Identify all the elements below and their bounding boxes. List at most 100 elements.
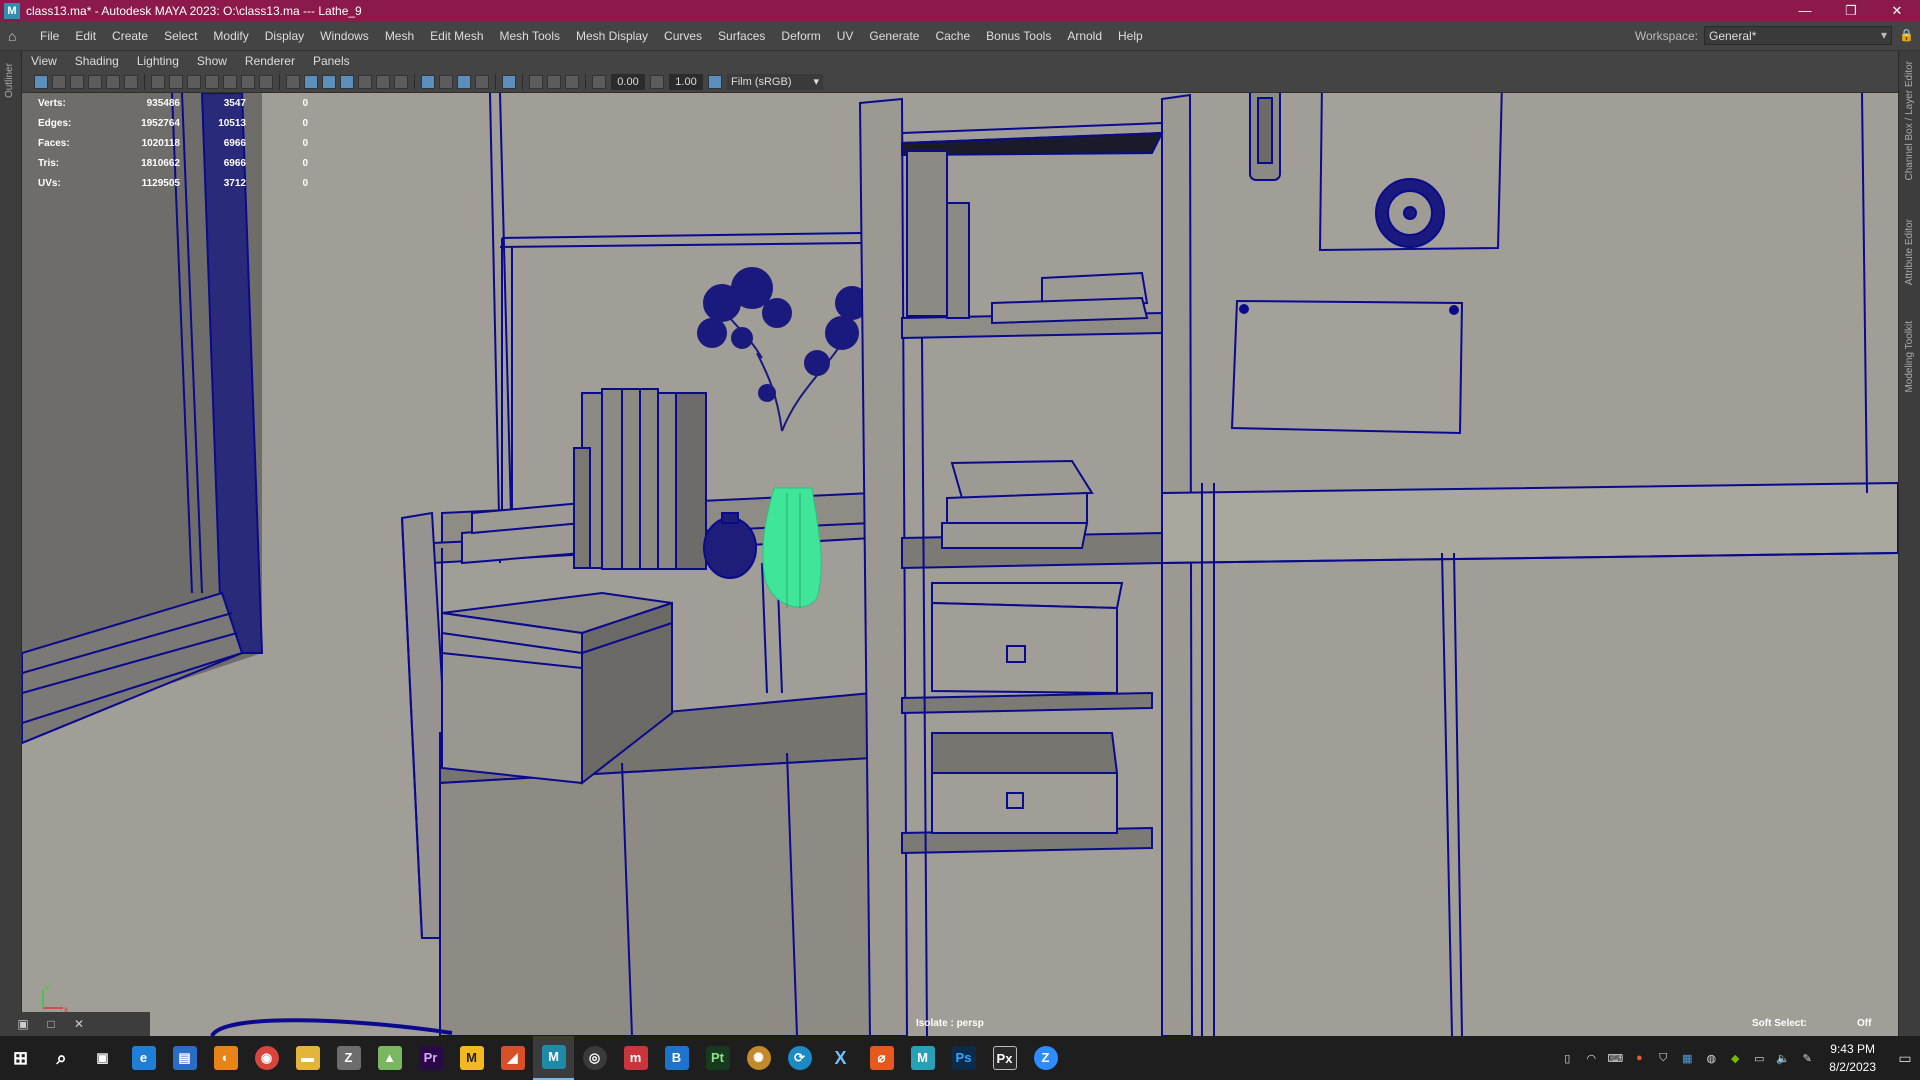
menu-select[interactable]: Select: [156, 29, 205, 43]
shield-icon[interactable]: ⛉: [1653, 1052, 1673, 1065]
parallel-icon[interactable]: [547, 74, 561, 89]
close-icon[interactable]: ✕: [70, 1017, 88, 1031]
taskbar-app[interactable]: Z: [1025, 1036, 1066, 1080]
taskbar-app[interactable]: M: [902, 1036, 943, 1080]
color-management-icon[interactable]: [708, 74, 722, 89]
grease-pencil-icon[interactable]: [124, 74, 138, 89]
home-icon[interactable]: ⌂: [8, 28, 24, 44]
taskbar-app[interactable]: ▬: [287, 1036, 328, 1080]
panel-menu-show[interactable]: Show: [188, 54, 236, 68]
taskbar-app[interactable]: e: [123, 1036, 164, 1080]
channel-box-tab[interactable]: Channel Box / Layer Editor: [1904, 61, 1915, 181]
resolution-gate-icon[interactable]: [187, 74, 201, 89]
exposure-field[interactable]: 0.00: [611, 73, 645, 90]
taskbar-app[interactable]: B: [656, 1036, 697, 1080]
outliner-tab[interactable]: Outliner: [4, 63, 15, 98]
network-icon[interactable]: ◠: [1581, 1052, 1601, 1065]
panel-menu-renderer[interactable]: Renderer: [236, 54, 304, 68]
search-button[interactable]: ⌕: [41, 1036, 82, 1080]
taskbar-app[interactable]: Pt: [697, 1036, 738, 1080]
tray-app-red-icon[interactable]: ●: [1629, 1052, 1649, 1064]
wireframe-icon[interactable]: [286, 74, 300, 89]
taskbar-app[interactable]: ▲: [369, 1036, 410, 1080]
lock-icon[interactable]: 🔒: [1899, 28, 1914, 42]
taskbar-app[interactable]: M: [451, 1036, 492, 1080]
taskbar-app[interactable]: Px: [984, 1036, 1025, 1080]
taskbar-app[interactable]: X: [820, 1036, 861, 1080]
attribute-editor-tab[interactable]: Attribute Editor: [1904, 219, 1915, 285]
xray-joints-icon[interactable]: [502, 74, 516, 89]
panel-menu-lighting[interactable]: Lighting: [128, 54, 188, 68]
modeling-toolkit-tab[interactable]: Modeling Toolkit: [1904, 321, 1915, 393]
phone-icon[interactable]: ▯: [1557, 1052, 1577, 1065]
taskbar-app[interactable]: ◉: [246, 1036, 287, 1080]
minimize-button[interactable]: —: [1782, 0, 1828, 22]
taskbar-app[interactable]: m: [615, 1036, 656, 1080]
panel-menu-view[interactable]: View: [22, 54, 66, 68]
keyboard-icon[interactable]: ⌨: [1605, 1052, 1625, 1065]
maximize-icon[interactable]: □: [42, 1017, 60, 1031]
anti-aliasing-icon[interactable]: [457, 74, 471, 89]
smooth-shade-icon[interactable]: [304, 74, 318, 89]
menu-windows[interactable]: Windows: [312, 29, 377, 43]
taskbar-app[interactable]: Pr: [410, 1036, 451, 1080]
xray-icon[interactable]: [394, 74, 408, 89]
film-gate-icon[interactable]: [169, 74, 183, 89]
tray-app-grid-icon[interactable]: ▦: [1677, 1052, 1697, 1065]
volume-icon[interactable]: 🔈: [1773, 1052, 1793, 1065]
menu-modify[interactable]: Modify: [205, 29, 256, 43]
menu-deform[interactable]: Deform: [773, 29, 828, 43]
field-chart-icon[interactable]: [223, 74, 237, 89]
pen-icon[interactable]: ✎: [1797, 1052, 1817, 1065]
menu-bonus-tools[interactable]: Bonus Tools: [978, 29, 1059, 43]
gamma-field[interactable]: 1.00: [669, 73, 703, 90]
taskbar-app[interactable]: ⟳: [779, 1036, 820, 1080]
menu-edit-mesh[interactable]: Edit Mesh: [422, 29, 491, 43]
panel-menu-panels[interactable]: Panels: [304, 54, 359, 68]
safe-title-icon[interactable]: [259, 74, 273, 89]
menu-curves[interactable]: Curves: [656, 29, 710, 43]
menu-mesh[interactable]: Mesh: [377, 29, 422, 43]
task-view-button[interactable]: ▣: [82, 1036, 123, 1080]
monitor-icon[interactable]: ▭: [1749, 1052, 1769, 1065]
bookmark-icon[interactable]: [70, 74, 84, 89]
taskbar-app[interactable]: ◎: [574, 1036, 615, 1080]
gate-mask-icon[interactable]: [205, 74, 219, 89]
safe-action-icon[interactable]: [241, 74, 255, 89]
notification-icon[interactable]: ▭: [1890, 1050, 1920, 1067]
maya-restore-icon[interactable]: ▣: [14, 1017, 32, 1031]
menu-arnold[interactable]: Arnold: [1059, 29, 1110, 43]
view-transform-dropdown[interactable]: Film (sRGB): [727, 73, 823, 90]
menu-create[interactable]: Create: [104, 29, 156, 43]
2d-pan-zoom-icon[interactable]: [106, 74, 120, 89]
image-plane-icon[interactable]: [88, 74, 102, 89]
taskbar-app-active[interactable]: M: [533, 1036, 574, 1080]
menu-mesh-display[interactable]: Mesh Display: [568, 29, 656, 43]
hud-toggle-icon[interactable]: [565, 74, 579, 89]
menu-cache[interactable]: Cache: [927, 29, 978, 43]
workspace-dropdown[interactable]: General*: [1704, 26, 1892, 45]
taskbar-app[interactable]: Ps: [943, 1036, 984, 1080]
gamma-icon[interactable]: [650, 74, 664, 89]
tray-app-circle-icon[interactable]: ◍: [1701, 1052, 1721, 1065]
perspective-viewport[interactable]: Verts: 935486 3547 0 Edges: 1952764 1051…: [22, 93, 1898, 1036]
system-clock[interactable]: 9:43 PM 8/2/2023: [1829, 1040, 1876, 1076]
close-button[interactable]: ✕: [1874, 0, 1920, 22]
taskbar-app[interactable]: ◐: [205, 1036, 246, 1080]
menu-uv[interactable]: UV: [829, 29, 862, 43]
menu-generate[interactable]: Generate: [861, 29, 927, 43]
exposure-icon[interactable]: [592, 74, 606, 89]
isolate-select-icon[interactable]: [421, 74, 435, 89]
camera-attributes-icon[interactable]: [52, 74, 66, 89]
nvidia-icon[interactable]: ◆: [1725, 1052, 1745, 1065]
select-camera-icon[interactable]: [34, 74, 48, 89]
grid-icon[interactable]: [151, 74, 165, 89]
panel-menu-shading[interactable]: Shading: [66, 54, 128, 68]
taskbar-app[interactable]: ◢: [492, 1036, 533, 1080]
menu-mesh-tools[interactable]: Mesh Tools: [492, 29, 568, 43]
depth-of-field-icon[interactable]: [475, 74, 489, 89]
textured-icon[interactable]: [340, 74, 354, 89]
taskbar-app[interactable]: ⌀: [861, 1036, 902, 1080]
use-all-lights-icon[interactable]: [358, 74, 372, 89]
ambient-occlusion-icon[interactable]: [439, 74, 453, 89]
